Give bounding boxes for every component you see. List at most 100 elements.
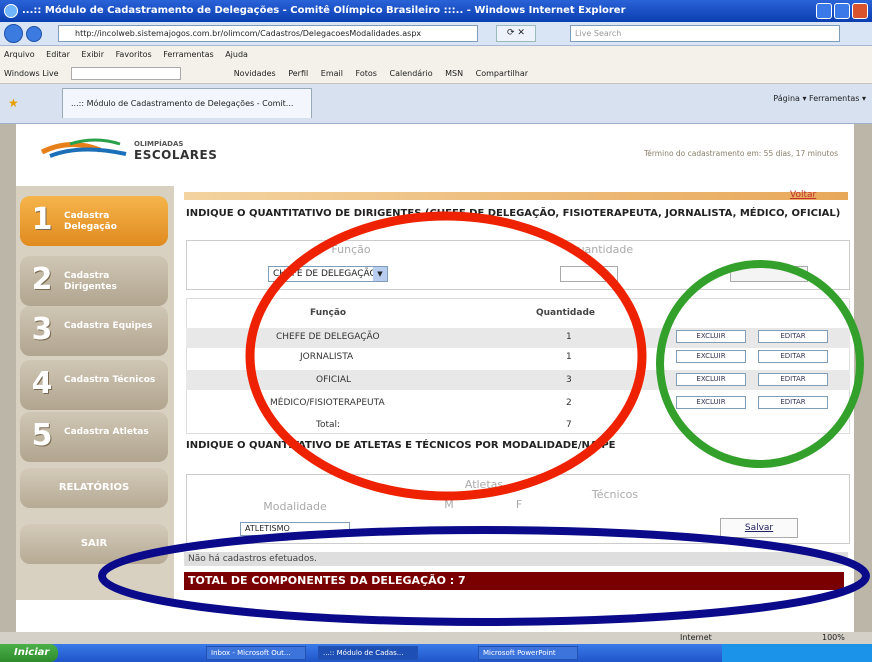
wl-novidades[interactable]: Novidades [234,69,276,78]
menu-ajuda[interactable]: Ajuda [225,50,248,59]
delete-button[interactable]: EXCLUIR [676,350,746,363]
windows-live-toolbar: Windows Live Novidades Perfil Email Foto… [0,64,872,84]
ie-icon [4,4,18,18]
row-quantity: 1 [566,352,572,362]
row-quantity: 1 [566,332,572,342]
task-powerpoint[interactable]: Microsoft PowerPoint [478,646,578,660]
grand-total-banner: TOTAL DE COMPONENTES DA DELEGAÇÃO : 7 [184,572,844,590]
form-function-header: Função [331,243,371,256]
maximize-button[interactable] [834,3,850,19]
wl-search-input[interactable] [71,67,182,80]
deadline-text: Término do cadastramento em: 55 dias, 17… [643,149,838,158]
table-row [186,370,850,390]
edit-button[interactable]: EDITAR [758,373,828,386]
menu-favoritos[interactable]: Favoritos [116,50,152,59]
task-outlook[interactable]: Inbox - Microsoft Out... [206,646,306,660]
logo-text-top: OLIMPÍADAS [134,140,184,148]
search-input[interactable]: Live Search [570,25,840,42]
status-bar: Internet 100% [0,632,872,644]
tab-current[interactable]: ...:: Módulo de Cadastramento de Delegaç… [62,88,312,118]
address-row: http://incolweb.sistemajogos.com.br/olim… [0,22,872,46]
menu-bar: Arquivo Editar Exibir Favoritos Ferramen… [0,46,872,64]
row-function: CHEFE DE DELEGAÇÃO [276,332,380,342]
header-bar [184,192,848,200]
modality-header: Modalidade [263,500,327,513]
table-row [186,348,850,368]
delete-button[interactable]: EXCLUIR [676,330,746,343]
sidebar-step-5[interactable]: 5 Cadastra Atletas [20,412,168,462]
olympiad-logo-icon [40,138,127,158]
step-number: 4 [31,366,53,401]
wl-perfil[interactable]: Perfil [288,69,308,78]
save-button[interactable]: Salvar [720,518,798,538]
total-value: 7 [566,420,572,430]
step-label: Cadastra Dirigentes [64,271,117,292]
window-title: ...:: Módulo de Cadastramento de Delegaç… [0,0,872,22]
menu-arquivo[interactable]: Arquivo [4,50,35,59]
delete-button[interactable]: EXCLUIR [676,373,746,386]
row-quantity: 2 [566,398,572,408]
exit-button[interactable]: SAIR [20,524,168,564]
sidebar-step-4[interactable]: 4 Cadastra Técnicos [20,360,168,410]
female-header: F [515,498,523,511]
step-number: 1 [31,202,53,237]
step-number: 5 [31,418,53,453]
system-tray [722,644,872,662]
address-field[interactable]: http://incolweb.sistemajogos.com.br/olim… [58,25,478,42]
back-arrow-icon[interactable] [4,24,23,43]
refresh-icon[interactable]: ⟳ ✕ [496,25,536,42]
forward-arrow-icon[interactable] [26,26,42,42]
minimize-button[interactable] [816,3,832,19]
edit-button[interactable]: EDITAR [758,350,828,363]
function-select[interactable]: CHEFE DE DELEGAÇÃO ▼ [268,266,388,282]
coaches-header: Técnicos [591,488,639,501]
menu-editar[interactable]: Editar [46,50,70,59]
wl-compartilhar[interactable]: Compartilhar [476,69,528,78]
menu-exibir[interactable]: Exibir [81,50,104,59]
row-quantity: 3 [566,375,572,385]
back-link[interactable]: Voltar [790,190,816,200]
delete-button[interactable]: EXCLUIR [676,396,746,409]
form-quantity-header: Quantidade [568,243,634,256]
row-function: MÉDICO/FISIOTERAPEUTA [270,398,385,408]
wl-calendario[interactable]: Calendário [390,69,433,78]
sidebar-step-3[interactable]: 3 Cadastra Equipes [20,306,168,356]
no-records-message: Não há cadastros efetuados. [184,552,848,566]
step-label: Cadastra Delegação [64,211,117,232]
athletes-header: Atletas [464,478,504,491]
reports-button[interactable]: RELATÓRIOS [20,468,168,508]
step-label: Cadastra Técnicos [64,375,156,385]
col-header-function: Função [310,308,347,318]
tab-bar: ★ ...:: Módulo de Cadastramento de Deleg… [0,84,872,124]
sidebar-step-1[interactable]: 1 Cadastra Delegação [20,196,168,246]
quantity-input[interactable] [560,266,618,282]
step-number: 2 [31,262,53,297]
function-select-value: CHEFE DE DELEGAÇÃO [273,269,377,279]
favorites-star-icon[interactable]: ★ [8,96,19,110]
row-function: JORNALISTA [300,352,354,362]
wl-email[interactable]: Email [321,69,343,78]
add-button[interactable] [730,266,808,282]
status-zone: Internet [680,633,712,642]
modality-select[interactable]: ATLETISMO [240,522,350,536]
zoom-level[interactable]: 100% [822,632,845,644]
edit-button[interactable]: EDITAR [758,330,828,343]
edit-button[interactable]: EDITAR [758,396,828,409]
section-heading-atletas: INDIQUE O QUANTITATIVO DE ATLETAS E TÉCN… [186,440,616,451]
sidebar-step-2[interactable]: 2 Cadastra Dirigentes [20,256,168,306]
menu-ferramentas[interactable]: Ferramentas [163,50,213,59]
window-controls [816,3,868,19]
row-function: OFICIAL [316,375,352,385]
male-header: M [444,498,454,511]
wl-msn[interactable]: MSN [445,69,463,78]
close-button[interactable] [852,3,868,19]
total-label: Total: [316,420,341,430]
start-button[interactable]: Iniciar [0,644,58,662]
chevron-down-icon: ▼ [373,267,387,281]
step-label: Cadastra Atletas [64,427,149,437]
wl-fotos[interactable]: Fotos [356,69,377,78]
wl-windows-live[interactable]: Windows Live [4,69,59,78]
logo-text-bottom: ESCOLARES [134,148,218,162]
tab-tools[interactable]: Página ▾ Ferramentas ▾ [773,94,866,103]
task-ie[interactable]: ...:: Módulo de Cadas... [318,646,418,660]
